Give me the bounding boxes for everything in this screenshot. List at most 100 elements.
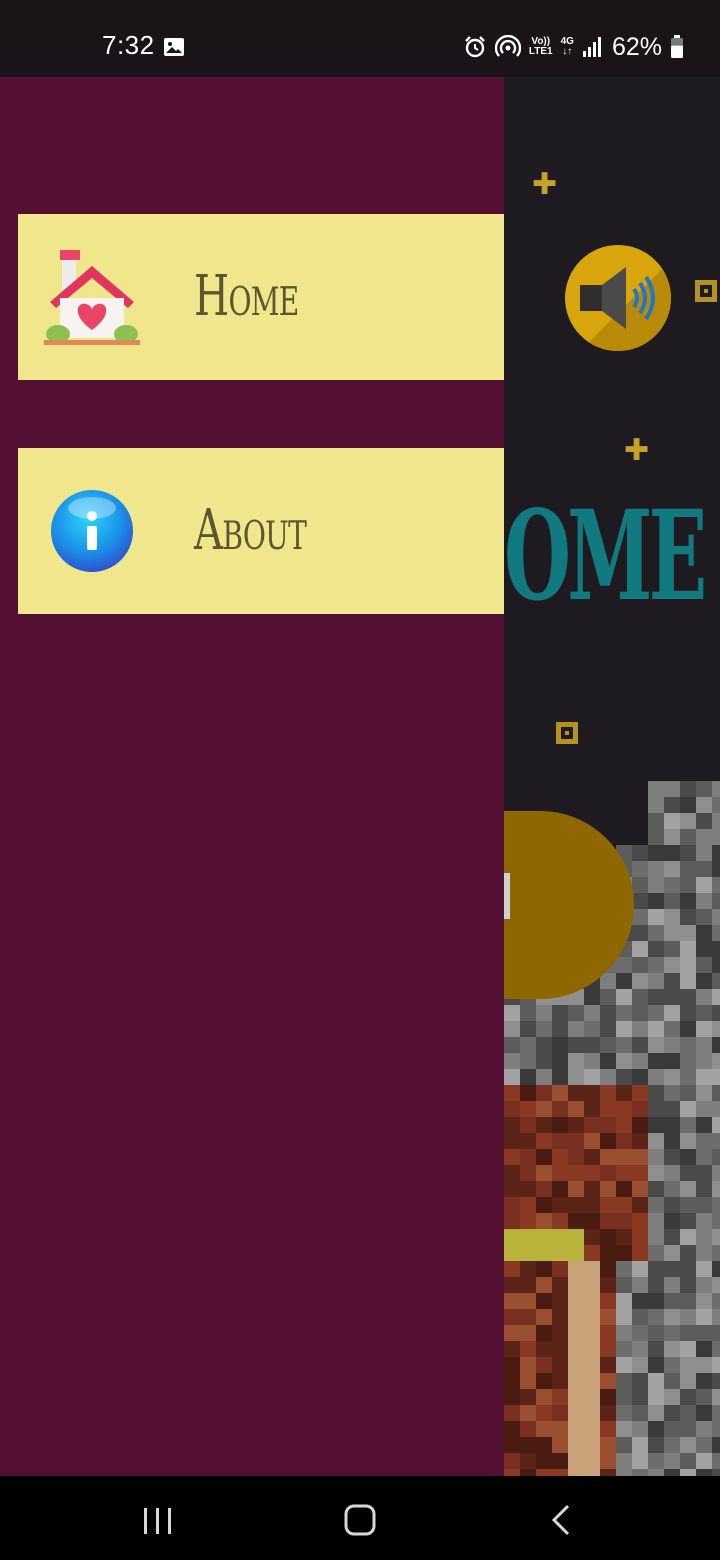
pixel-tile: [712, 1053, 720, 1069]
pixel-tile: [632, 1149, 648, 1165]
pixel-tile: [616, 1053, 632, 1069]
pixel-tile: [600, 1133, 616, 1149]
pixel-tile: [616, 989, 632, 1005]
pixel-tile: [680, 1357, 696, 1373]
pixel-tile: [536, 1309, 552, 1325]
pixel-tile: [584, 1053, 600, 1069]
pixel-tile: [712, 1005, 720, 1021]
system-navigation-bar: [0, 1476, 720, 1560]
pixel-tile: [648, 1053, 664, 1069]
pixel-tile: [568, 1389, 584, 1405]
pixel-tile: [584, 1421, 600, 1437]
pixel-tile: [520, 1197, 536, 1213]
pixel-tile: [632, 1197, 648, 1213]
pixel-tile: [664, 1101, 680, 1117]
pixel-tile: [664, 1085, 680, 1101]
pixel-tile: [696, 1421, 712, 1437]
pixel-tile: [648, 893, 664, 909]
pixel-tile: [648, 1261, 664, 1277]
pixel-tile: [712, 973, 720, 989]
drawer-item-about[interactable]: About: [18, 448, 504, 614]
image-icon: [164, 38, 184, 56]
pixel-tile: [680, 861, 696, 877]
pixel-tile: [568, 1469, 584, 1476]
pixel-tile: [616, 1181, 632, 1197]
pixel-tile: [584, 1309, 600, 1325]
pixel-tile: [680, 1085, 696, 1101]
pixel-tile: [520, 1309, 536, 1325]
pixel-tile: [680, 1469, 696, 1476]
pixel-tile: [568, 1101, 584, 1117]
pixel-tile: [568, 1037, 584, 1053]
pixel-tile: [584, 1229, 600, 1245]
sound-toggle-button[interactable]: [565, 245, 671, 351]
pixel-tile: [552, 1245, 568, 1261]
pixel-tile: [584, 1197, 600, 1213]
pixel-tile: [520, 1437, 536, 1453]
pixel-tile: [520, 1357, 536, 1373]
pixel-tile: [536, 1277, 552, 1293]
pixel-tile: [712, 781, 720, 797]
pixel-tile: [632, 1373, 648, 1389]
pixel-tile: [520, 1325, 536, 1341]
pixel-tile: [712, 1245, 720, 1261]
pixel-tile: [696, 1085, 712, 1101]
pixel-tile: [536, 1293, 552, 1309]
pixel-tile: [712, 1405, 720, 1421]
pixel-tile: [696, 1277, 712, 1293]
pixel-tile: [632, 1261, 648, 1277]
pixel-tile: [568, 1165, 584, 1181]
pixel-tile: [632, 1085, 648, 1101]
pixel-tile: [552, 1229, 568, 1245]
pixel-tile: [584, 1357, 600, 1373]
pixel-tile: [536, 1005, 552, 1021]
pixel-tile: [712, 893, 720, 909]
pixel-tile: [568, 1197, 584, 1213]
pixel-tile: [600, 1181, 616, 1197]
pixel-tile: [664, 877, 680, 893]
pixel-tile: [504, 1053, 520, 1069]
pixel-tile: [616, 1005, 632, 1021]
pixel-tile: [712, 1437, 720, 1453]
pixel-tile: [600, 1165, 616, 1181]
pixel-tile: [584, 1021, 600, 1037]
pixel-tile: [712, 1213, 720, 1229]
pixel-tile: [664, 1437, 680, 1453]
pixel-tile: [712, 1341, 720, 1357]
volte-icon: Vo)) LTE1: [528, 36, 553, 57]
pixel-tile: [664, 861, 680, 877]
pixel-tile: [552, 1341, 568, 1357]
pixel-tile: [584, 1261, 600, 1277]
home-icon[interactable]: [330, 1500, 390, 1540]
pixel-tile: [600, 1421, 616, 1437]
pixel-tile: [664, 1309, 680, 1325]
pixel-tile: [520, 1453, 536, 1469]
pixel-tile: [600, 1021, 616, 1037]
pixel-tile: [504, 1421, 520, 1437]
pixel-tile: [664, 1165, 680, 1181]
battery-percent: 62%: [611, 32, 662, 61]
back-icon[interactable]: [532, 1500, 592, 1540]
pixel-tile: [648, 1453, 664, 1469]
pixel-tile: [648, 877, 664, 893]
pixel-tile: [552, 1405, 568, 1421]
pixel-tile: [584, 1405, 600, 1421]
drawer-item-home[interactable]: Home: [18, 214, 504, 380]
pixel-tile: [584, 1293, 600, 1309]
pixel-tile: [680, 845, 696, 861]
pixel-tile: [600, 1213, 616, 1229]
recent-apps-icon[interactable]: [128, 1500, 188, 1540]
pixel-tile: [664, 1293, 680, 1309]
pixel-tile: [664, 1389, 680, 1405]
pixel-tile: [680, 1229, 696, 1245]
pixel-tile: [520, 1405, 536, 1421]
pixel-tile: [664, 925, 680, 941]
pixel-tile: [664, 1405, 680, 1421]
pixel-tile: [616, 1245, 632, 1261]
pixel-tile: [664, 893, 680, 909]
pixel-tile: [616, 1165, 632, 1181]
pixel-tile: [712, 925, 720, 941]
pixel-tile: [504, 1197, 520, 1213]
pixel-tile: [696, 1101, 712, 1117]
pixel-tile: [536, 1261, 552, 1277]
